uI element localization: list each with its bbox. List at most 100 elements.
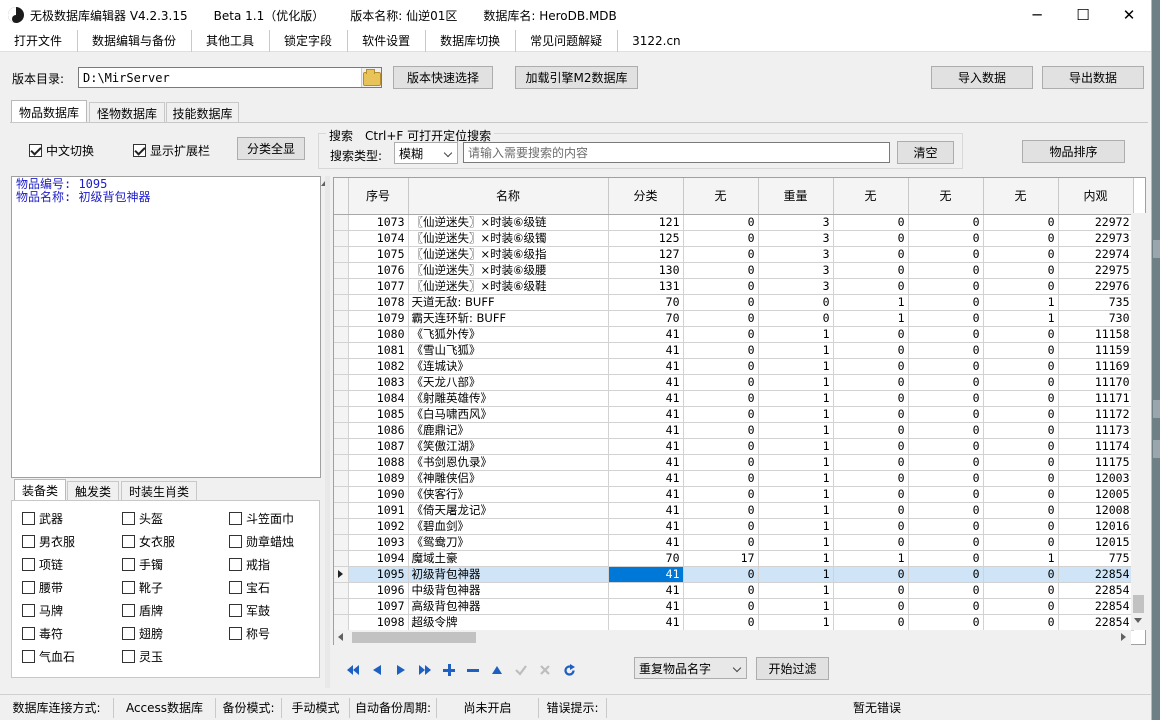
row-indicator[interactable]	[334, 278, 349, 295]
menu-open-file[interactable]: 打开文件	[0, 29, 79, 52]
next-record-button[interactable]	[389, 659, 413, 681]
tab-trigger[interactable]: 触发类	[67, 481, 119, 501]
table-cell[interactable]: 〖仙逆迷失〗×时装⑥级鞋	[408, 278, 609, 295]
row-indicator[interactable]	[334, 230, 349, 247]
scroll-right-icon[interactable]	[1121, 633, 1126, 641]
table-cell[interactable]: 1	[983, 294, 1059, 311]
table-cell[interactable]: 0	[983, 342, 1059, 359]
table-cell[interactable]: 17	[683, 550, 759, 567]
table-cell[interactable]: 0	[683, 326, 759, 343]
category-checkbox-female-clothes[interactable]: 女衣服	[122, 533, 175, 550]
table-cell[interactable]: 1	[758, 358, 834, 375]
table-cell[interactable]: 《碧血剑》	[408, 518, 609, 535]
table-cell[interactable]: 0	[983, 614, 1059, 631]
table-cell[interactable]: 0	[908, 454, 984, 471]
table-cell[interactable]: 0	[683, 230, 759, 247]
table-cell[interactable]: 0	[833, 582, 909, 599]
table-cell[interactable]: 41	[608, 374, 684, 391]
row-indicator[interactable]	[334, 518, 349, 535]
table-cell[interactable]: 130	[608, 262, 684, 279]
table-row[interactable]: 1082 《连城诀》 41 0 1 0 0 0 11169	[334, 358, 1134, 375]
table-cell[interactable]: 0	[908, 230, 984, 247]
table-cell[interactable]: 0	[833, 422, 909, 439]
table-cell[interactable]: 《倚天屠龙记》	[408, 502, 609, 519]
category-checkbox-wings[interactable]: 翅膀	[122, 625, 163, 642]
table-cell[interactable]: 70	[608, 550, 684, 567]
item-info-textarea[interactable]: 物品编号: 1095 物品名称: 初级背包神器	[11, 176, 321, 478]
table-cell[interactable]: 1	[758, 406, 834, 423]
tab-monster-db[interactable]: 怪物数据库	[89, 102, 165, 123]
table-row[interactable]: 1092 《碧血剑》 41 0 1 0 0 0 12016	[334, 518, 1134, 535]
delete-record-button[interactable]	[461, 659, 485, 681]
table-cell[interactable]: 70	[608, 310, 684, 327]
table-cell[interactable]: 0	[908, 438, 984, 455]
table-cell[interactable]: 0	[908, 262, 984, 279]
table-cell[interactable]: 1	[758, 390, 834, 407]
table-cell[interactable]: 0	[683, 486, 759, 503]
table-cell[interactable]: 0	[683, 422, 759, 439]
row-indicator[interactable]	[334, 214, 349, 231]
table-cell[interactable]: 0	[908, 614, 984, 631]
table-cell[interactable]: 0	[683, 358, 759, 375]
category-checkbox-gem[interactable]: 宝石	[229, 579, 270, 596]
table-cell[interactable]: 0	[983, 454, 1059, 471]
row-indicator[interactable]	[334, 342, 349, 359]
table-cell[interactable]: 0	[683, 518, 759, 535]
table-row[interactable]: 1073 〖仙逆迷失〗×时装⑥级链 121 0 3 0 0 0 22972	[334, 214, 1134, 231]
row-indicator[interactable]	[334, 358, 349, 375]
table-cell[interactable]: 0	[908, 534, 984, 551]
table-cell[interactable]: 1090	[348, 486, 409, 503]
table-cell[interactable]: 0	[683, 566, 759, 583]
table-cell[interactable]: 41	[608, 454, 684, 471]
table-cell[interactable]: 《侠客行》	[408, 486, 609, 503]
table-cell[interactable]: 〖仙逆迷失〗×时装⑥级指	[408, 246, 609, 263]
menu-settings[interactable]: 软件设置	[348, 29, 427, 52]
table-cell[interactable]: 1	[758, 422, 834, 439]
table-cell[interactable]: 1	[833, 294, 909, 311]
table-cell[interactable]: 《连城诀》	[408, 358, 609, 375]
row-indicator[interactable]	[334, 246, 349, 263]
table-cell[interactable]: 0	[908, 278, 984, 295]
table-cell[interactable]: 1073	[348, 214, 409, 231]
table-row[interactable]: 1091 《倚天屠龙记》 41 0 1 0 0 0 12008	[334, 502, 1134, 519]
column-header[interactable]: 序号	[348, 178, 409, 215]
grid-scroll-thumb[interactable]	[1133, 595, 1144, 613]
table-cell[interactable]: 1089	[348, 470, 409, 487]
category-checkbox-male-clothes[interactable]: 男衣服	[22, 533, 75, 550]
table-cell[interactable]: 11175	[1058, 454, 1134, 471]
table-cell[interactable]: 0	[833, 278, 909, 295]
table-cell[interactable]: 3	[758, 278, 834, 295]
dir-input[interactable]: D:\MirServer	[78, 67, 382, 88]
table-row[interactable]: 1079 霸天连环斩: BUFF 70 0 0 1 0 1 730	[334, 310, 1134, 327]
last-record-button[interactable]	[413, 659, 437, 681]
table-cell[interactable]: 0	[683, 614, 759, 631]
table-cell[interactable]: 11172	[1058, 406, 1134, 423]
category-checkbox-shield-card[interactable]: 盾牌	[122, 602, 163, 619]
table-cell[interactable]: 22976	[1058, 278, 1134, 295]
table-cell[interactable]: 0	[833, 502, 909, 519]
table-cell[interactable]: 1074	[348, 230, 409, 247]
table-cell[interactable]: 0	[908, 406, 984, 423]
load-engine-db-button[interactable]: 加载引擎M2数据库	[515, 66, 638, 89]
category-checkbox-title[interactable]: 称号	[229, 625, 270, 642]
table-cell[interactable]: 3	[758, 246, 834, 263]
table-cell[interactable]: 12016	[1058, 518, 1134, 535]
table-cell[interactable]: 超级令牌	[408, 614, 609, 631]
table-cell[interactable]: 0	[908, 342, 984, 359]
table-cell[interactable]: 0	[833, 598, 909, 615]
table-cell[interactable]: 1098	[348, 614, 409, 631]
table-cell[interactable]: 0	[758, 310, 834, 327]
table-cell[interactable]: 1077	[348, 278, 409, 295]
table-cell[interactable]: 0	[683, 598, 759, 615]
table-cell[interactable]: 0	[683, 278, 759, 295]
table-cell[interactable]: 〖仙逆迷失〗×时装⑥级腰	[408, 262, 609, 279]
table-cell[interactable]: 730	[1058, 310, 1134, 327]
table-cell[interactable]: 3	[758, 230, 834, 247]
table-cell[interactable]: 1	[758, 374, 834, 391]
table-row[interactable]: 1096 中级背包神器 41 0 1 0 0 0 22854	[334, 582, 1134, 599]
table-cell[interactable]: 1	[758, 534, 834, 551]
table-cell[interactable]: 0	[983, 374, 1059, 391]
table-cell[interactable]: 1096	[348, 582, 409, 599]
row-indicator[interactable]	[334, 294, 349, 311]
table-cell[interactable]: 0	[833, 358, 909, 375]
